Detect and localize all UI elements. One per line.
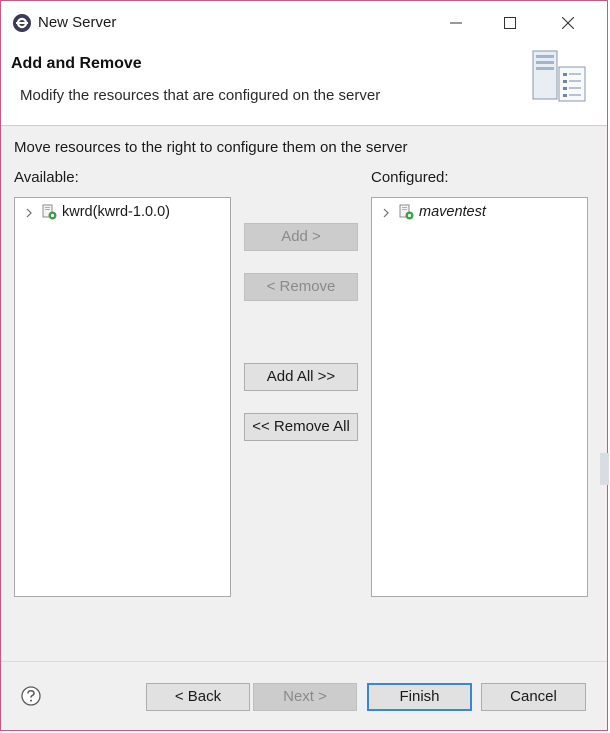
web-project-icon — [41, 204, 57, 220]
background-window-edge — [600, 453, 609, 485]
available-item-label: kwrd(kwrd-1.0.0) — [62, 204, 170, 220]
configured-label: Configured: — [371, 169, 449, 186]
instruction-text: Move resources to the right to configure… — [14, 139, 408, 156]
footer-separator — [1, 661, 607, 662]
finish-button[interactable]: Finish — [367, 683, 472, 711]
configured-list[interactable]: maventest — [371, 197, 588, 597]
window-title: New Server — [38, 14, 117, 31]
available-tree-item[interactable]: kwrd(kwrd-1.0.0) — [23, 203, 170, 221]
configured-item-label: maventest — [419, 204, 486, 220]
new-server-dialog: New Server Add and Remove Modify the res… — [0, 0, 609, 731]
wizard-header: Add and Remove Modify the resources that… — [1, 41, 607, 126]
configured-tree-item[interactable]: maventest — [380, 203, 486, 221]
minimize-button[interactable] — [433, 8, 479, 38]
chevron-right-icon[interactable] — [380, 206, 392, 218]
title-bar: New Server — [1, 1, 607, 41]
add-all-button[interactable]: Add All >> — [244, 363, 358, 391]
web-project-icon — [398, 204, 414, 220]
maximize-button[interactable] — [487, 8, 533, 38]
back-button[interactable]: < Back — [146, 683, 250, 711]
eclipse-app-icon — [12, 13, 32, 33]
help-icon[interactable] — [21, 686, 41, 706]
page-description: Modify the resources that are configured… — [20, 87, 381, 104]
chevron-right-icon[interactable] — [23, 206, 35, 218]
next-button[interactable]: Next > — [253, 683, 357, 711]
cancel-button[interactable]: Cancel — [481, 683, 586, 711]
available-label: Available: — [14, 169, 79, 186]
remove-all-button[interactable]: << Remove All — [244, 413, 358, 441]
available-list[interactable]: kwrd(kwrd-1.0.0) — [14, 197, 231, 597]
close-button[interactable] — [545, 8, 591, 38]
server-wizard-icon — [529, 49, 589, 105]
page-title: Add and Remove — [11, 55, 142, 72]
add-button[interactable]: Add > — [244, 223, 358, 251]
remove-button[interactable]: < Remove — [244, 273, 358, 301]
